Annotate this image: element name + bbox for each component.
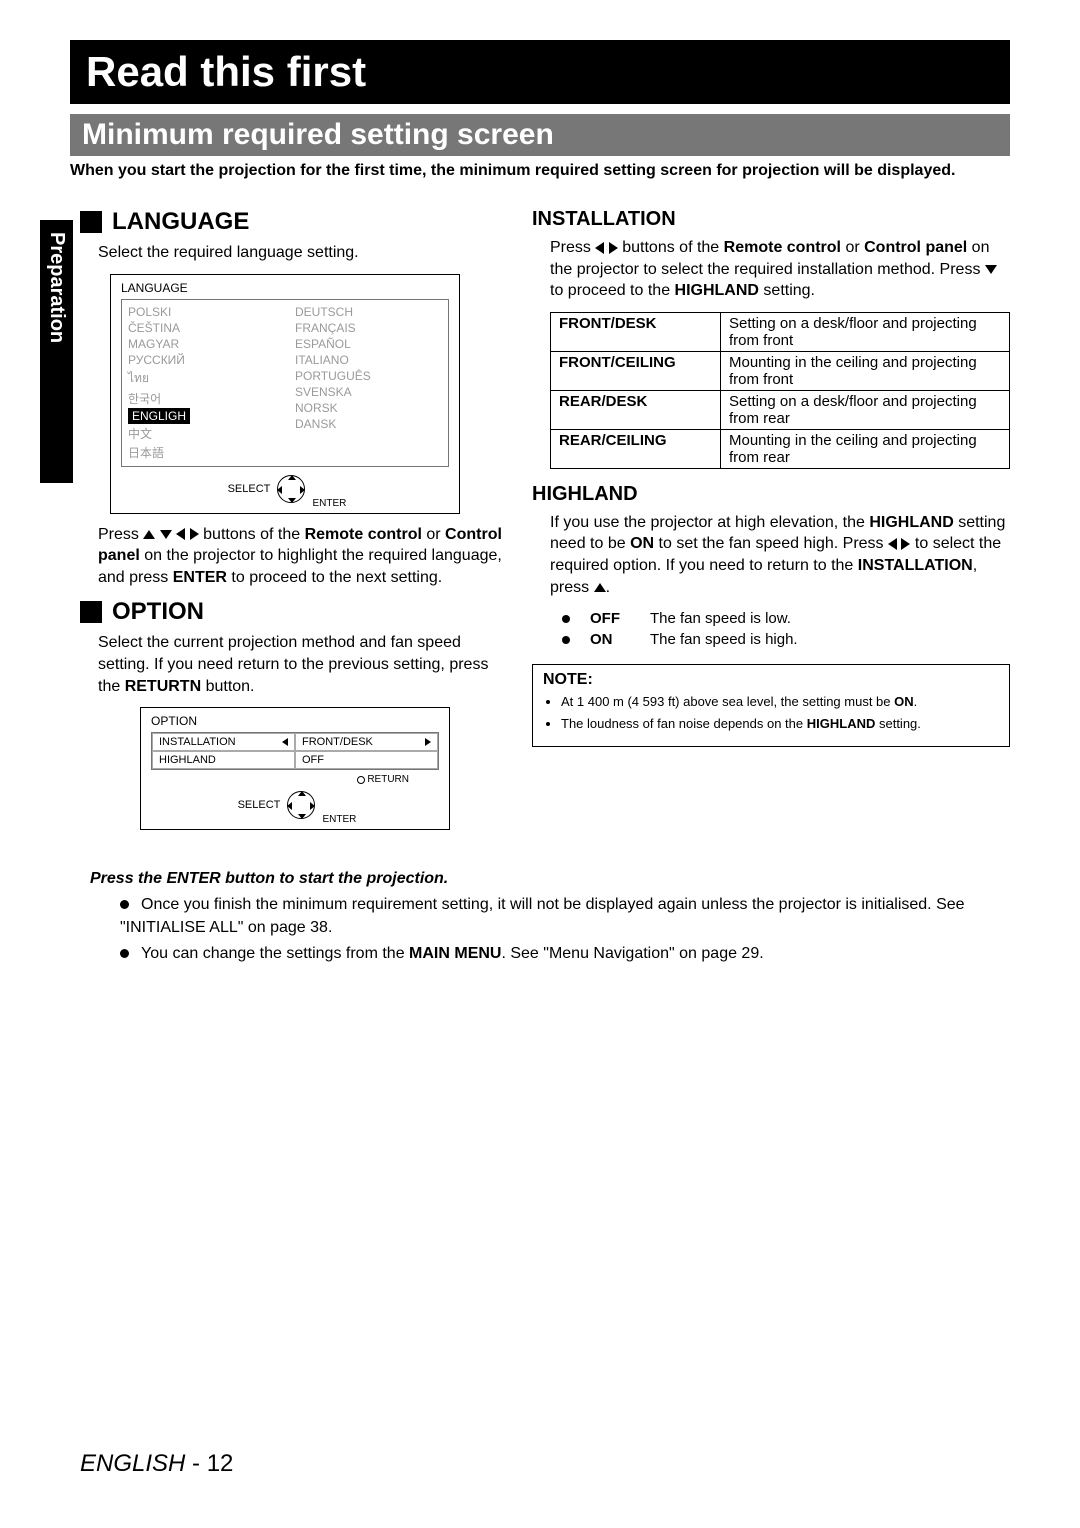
- table-row: FRONT/DESKSetting on a desk/floor and pr…: [551, 312, 1010, 351]
- installation-heading: INSTALLATION: [532, 208, 1010, 231]
- bullet-square-icon: [80, 601, 102, 623]
- left-arrow-icon: [176, 528, 185, 540]
- language-post-text: Press buttons of the Remote control or C…: [98, 524, 502, 589]
- lang-item: NORSK: [295, 400, 442, 416]
- note-item: At 1 400 m (4 593 ft) above sea level, t…: [561, 693, 999, 711]
- language-dialog: LANGUAGE POLSKI ČEŠTINA MAGYAR РУССКИЙ ไ…: [110, 274, 460, 514]
- page-number: 12: [207, 1450, 234, 1477]
- right-arrow-icon: [190, 528, 199, 540]
- note-item: The loudness of fan noise depends on the…: [561, 715, 999, 733]
- option-dialog: OPTION INSTALLATION FRONT/DESK HIGHLAND …: [140, 707, 450, 830]
- dialog-title: OPTION: [151, 714, 439, 728]
- section-tab: Preparation: [40, 220, 73, 483]
- right-arrow-icon: [609, 242, 618, 254]
- right-arrow-icon: [425, 738, 431, 746]
- lang-item: DEUTSCH: [295, 304, 442, 320]
- option-installation-value: FRONT/DESK: [295, 733, 438, 751]
- footer-bullet: You can change the settings from the MAI…: [120, 943, 1010, 965]
- highland-text: If you use the projector at high elevati…: [550, 512, 1010, 598]
- footer-lead: Press the ENTER button to start the proj…: [90, 870, 1010, 888]
- lang-item-selected: ENGLIGH: [128, 408, 190, 424]
- lang-item: ITALIANO: [295, 352, 442, 368]
- language-list-col1: POLSKI ČEŠTINA MAGYAR РУССКИЙ ไทย 한국어 EN…: [128, 304, 275, 462]
- lang-item: POLSKI: [128, 304, 275, 320]
- select-label: SELECT: [228, 483, 271, 495]
- highland-heading: HIGHLAND: [532, 483, 1010, 506]
- page-title: Read this first: [70, 40, 1010, 104]
- highland-options: OFFThe fan speed is low. ONThe fan speed…: [562, 608, 1010, 650]
- left-arrow-icon: [888, 538, 897, 550]
- language-list-col2: DEUTSCH FRANÇAIS ESPAÑOL ITALIANO PORTUG…: [295, 304, 442, 462]
- table-row: FRONT/CEILINGMounting in the ceiling and…: [551, 351, 1010, 390]
- lang-item: 한국어: [128, 389, 275, 408]
- bullet-dot-icon: [562, 615, 570, 623]
- lang-item: FRANÇAIS: [295, 320, 442, 336]
- lang-item: РУССКИЙ: [128, 352, 275, 368]
- footer-language: ENGLISH: [80, 1450, 185, 1477]
- down-arrow-icon: [160, 530, 172, 539]
- lang-item: ESPAÑOL: [295, 336, 442, 352]
- up-arrow-icon: [143, 530, 155, 539]
- option-highland-value: OFF: [295, 751, 438, 769]
- language-heading: LANGUAGE: [80, 208, 502, 236]
- footer-bullet: Once you finish the minimum requirement …: [120, 894, 1010, 939]
- table-row: REAR/DESKSetting on a desk/floor and pro…: [551, 390, 1010, 429]
- left-arrow-icon: [282, 738, 288, 746]
- installation-table: FRONT/DESKSetting on a desk/floor and pr…: [550, 312, 1010, 469]
- intro-text: When you start the projection for the fi…: [70, 162, 1010, 180]
- bullet-square-icon: [80, 211, 102, 233]
- lang-item: DANSK: [295, 416, 442, 432]
- enter-label: ENTER: [313, 498, 347, 509]
- lang-item: 中文: [128, 424, 275, 443]
- up-arrow-icon: [594, 583, 606, 592]
- dpad-icon: [277, 475, 305, 503]
- select-label: SELECT: [238, 799, 281, 811]
- lang-item: ČEŠTINA: [128, 320, 275, 336]
- lang-item: PORTUGUÊS: [295, 368, 442, 384]
- lang-item: 日本語: [128, 443, 275, 462]
- language-desc: Select the required language setting.: [98, 242, 502, 264]
- option-highland-label: HIGHLAND: [152, 751, 295, 769]
- table-row: REAR/CEILINGMounting in the ceiling and …: [551, 429, 1010, 468]
- lang-item: SVENSKA: [295, 384, 442, 400]
- return-label: RETURN: [151, 774, 439, 785]
- note-title: NOTE:: [543, 671, 999, 689]
- down-arrow-icon: [985, 265, 997, 274]
- footer-instructions: Press the ENTER button to start the proj…: [90, 870, 1010, 965]
- circle-icon: [357, 776, 365, 784]
- bullet-dot-icon: [120, 900, 129, 909]
- lang-item: ไทย: [128, 368, 275, 389]
- option-desc: Select the current projection method and…: [98, 632, 502, 697]
- dpad-icon: [287, 791, 315, 819]
- bullet-dot-icon: [562, 636, 570, 644]
- enter-label: ENTER: [323, 814, 357, 825]
- option-heading: OPTION: [80, 598, 502, 626]
- left-arrow-icon: [595, 242, 604, 254]
- bullet-dot-icon: [120, 949, 129, 958]
- dialog-title: LANGUAGE: [121, 281, 449, 295]
- installation-text: Press buttons of the Remote control or C…: [550, 237, 1010, 302]
- note-box: NOTE: At 1 400 m (4 593 ft) above sea le…: [532, 664, 1010, 747]
- page-footer: ENGLISH - 12: [80, 1450, 233, 1478]
- page-subtitle: Minimum required setting screen: [70, 114, 1010, 156]
- lang-item: MAGYAR: [128, 336, 275, 352]
- option-installation-label: INSTALLATION: [152, 733, 295, 751]
